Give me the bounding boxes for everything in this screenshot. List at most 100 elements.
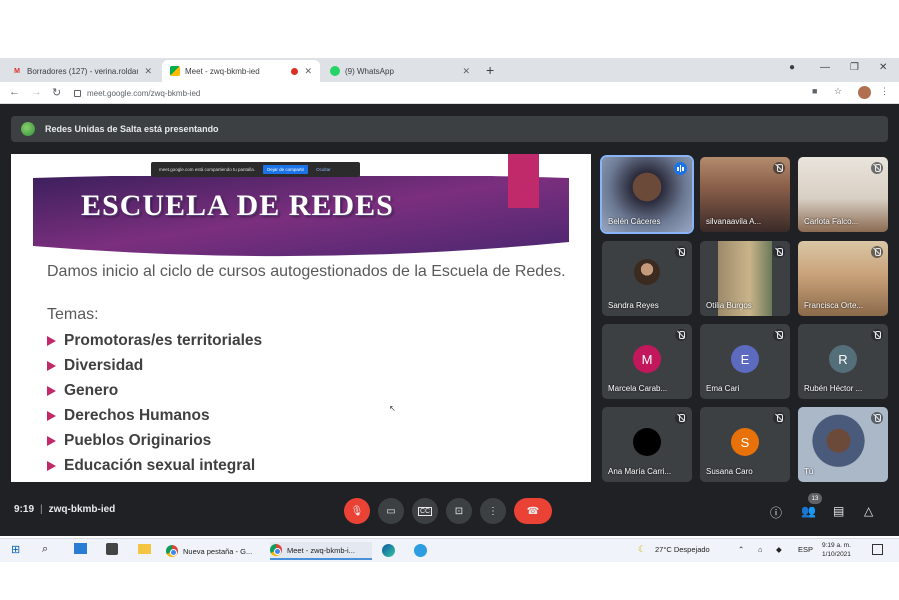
muted-mic-icon (773, 329, 785, 341)
people-icon[interactable]: 👥 (801, 504, 816, 518)
participant-tile[interactable]: Otilia Burgos (700, 241, 790, 316)
close-tab-icon[interactable]: ✕ (304, 66, 312, 77)
more-options-button[interactable]: ⋮ (480, 498, 506, 524)
meet-icon (170, 66, 180, 76)
present-icon: ⊡ (454, 505, 464, 517)
close-tab-icon[interactable]: ✕ (462, 66, 470, 77)
topic-label: Derechos Humanos (64, 406, 210, 424)
reload-button[interactable]: ↻ (52, 86, 61, 99)
forward-button[interactable]: → (31, 86, 42, 98)
bullet-triangle-icon (47, 385, 56, 396)
file-explorer-icon[interactable] (138, 544, 151, 554)
internet-explorer-icon[interactable] (414, 544, 427, 557)
tab-whatsapp[interactable]: (9) WhatsApp ✕ (322, 60, 478, 82)
mic-off-icon: 🎙 (350, 505, 364, 517)
new-tab-button[interactable]: + (486, 62, 494, 78)
search-icon[interactable]: ⌕ (42, 543, 48, 556)
participant-tile[interactable]: R Rubén Héctor ... (798, 324, 888, 399)
tab-gmail[interactable]: M Borradores (127) - verina.roldan ✕ (4, 60, 160, 82)
weather-text[interactable]: 27°C Despejado (655, 545, 710, 554)
slide-topics-list: Promotoras/es territoriales Diversidad G… (47, 328, 262, 478)
list-item: Pueblos Originarios (47, 428, 262, 453)
meeting-details-icon[interactable]: ⓘ (770, 504, 782, 521)
screen-share-bar: meet.google.com está compartiendo tu pan… (151, 162, 360, 177)
activities-icon[interactable]: △ (864, 504, 873, 518)
taskbar-clock[interactable]: 9:19 a. m. 1/10/2021 (822, 541, 851, 559)
back-button[interactable]: ← (9, 86, 20, 98)
edge-icon[interactable] (382, 544, 395, 557)
mouse-cursor-icon: ↖ (389, 404, 396, 413)
hide-share-bar-button[interactable]: Ocultar (316, 167, 331, 172)
taskbar-app-label: Meet - zwq-bkmb-i... (287, 545, 355, 555)
notifications-icon[interactable] (872, 544, 883, 555)
topic-label: Promotoras/es territoriales (64, 331, 263, 349)
stop-sharing-button[interactable]: Dejar de compartir (263, 165, 309, 174)
profile-avatar[interactable] (858, 86, 871, 99)
mail-icon[interactable] (74, 543, 87, 554)
topic-label: Diversidad (64, 356, 144, 374)
separator: | (40, 504, 43, 515)
slide-accent-tag (508, 154, 539, 208)
chrome-menu-icon[interactable]: ⋮ (880, 86, 889, 97)
participant-tile[interactable]: Sandra Reyes (602, 241, 692, 316)
captions-button[interactable]: CC (412, 498, 438, 524)
participant-tile[interactable]: Belén Cáceres (600, 155, 694, 234)
participant-tile[interactable]: Carlota Falco... (798, 157, 888, 232)
more-vert-icon: ⋮ (488, 505, 498, 517)
chat-icon[interactable]: ▤ (833, 504, 844, 518)
bullet-triangle-icon (47, 360, 56, 371)
presenting-text: Redes Unidas de Salta está presentando (45, 124, 219, 134)
share-message: meet.google.com está compartiendo tu pan… (159, 167, 256, 172)
browser-tabstrip: M Borradores (127) - verina.roldan ✕ Mee… (0, 58, 899, 82)
camera-button[interactable]: ▭ (378, 498, 404, 524)
people-count-badge: 13 (808, 493, 822, 504)
muted-mic-icon (871, 329, 883, 341)
network-icon[interactable]: ⌂ (758, 545, 763, 554)
taskbar-app-chrome-meet[interactable]: Meet - zwq-bkmb-i... (270, 542, 372, 560)
participant-name: Tú (804, 467, 814, 476)
minimize-button[interactable]: — (820, 62, 830, 73)
camera-indicator-icon[interactable]: ■ (812, 86, 817, 96)
windows-start-icon[interactable]: ⊞ (11, 543, 20, 556)
slide-title: ESCUELA DE REDES (81, 189, 394, 222)
list-item: Diversidad (47, 353, 262, 378)
show-hidden-icons-icon[interactable]: ⌃ (738, 545, 744, 554)
slide-intro-text: Damos inicio al ciclo de cursos autogest… (47, 263, 566, 280)
bookmark-star-icon[interactable]: ☆ (834, 86, 842, 97)
browser-toolbar: ← → ↻ meet.google.com/zwq-bkmb-ied ■ ☆ ⋮ (0, 82, 899, 104)
chrome-icon (166, 545, 178, 557)
clock-date: 1/10/2021 (822, 551, 851, 558)
clock-time: 9:19 a. m. (822, 542, 851, 549)
recording-icon (291, 67, 299, 75)
address-bar[interactable]: meet.google.com/zwq-bkmb-ied (74, 85, 814, 101)
store-icon[interactable] (106, 543, 118, 555)
restore-button[interactable]: ❐ (850, 62, 859, 73)
participant-name: Susana Caro (706, 467, 753, 476)
participant-avatar: R (829, 345, 857, 373)
close-tab-icon[interactable]: ✕ (144, 66, 152, 77)
camera-icon: ▭ (386, 505, 396, 517)
participant-name: Rubén Héctor ... (804, 384, 863, 393)
meet-window: Redes Unidas de Salta está presentando E… (0, 104, 899, 536)
participant-tile-self[interactable]: Tú (798, 407, 888, 482)
topic-label: Educación sexual integral (64, 456, 256, 474)
mic-off-button[interactable]: 🎙 (344, 498, 370, 524)
muted-mic-icon (773, 412, 785, 424)
participant-name: Carlota Falco... (804, 217, 859, 226)
taskbar-app-chrome-newtab[interactable]: Nueva pestaña - G... (166, 542, 266, 560)
participant-tile[interactable]: S Susana Caro (700, 407, 790, 482)
participant-tile[interactable]: Ana María Carri... (602, 407, 692, 482)
close-window-button[interactable]: ✕ (879, 62, 887, 73)
list-item: Promotoras/es territoriales (47, 328, 262, 353)
participant-tile[interactable]: silvanaavila A... (700, 157, 790, 232)
dropbox-icon[interactable]: ◆ (776, 545, 782, 554)
participant-name: silvanaavila A... (706, 217, 762, 226)
tab-meet[interactable]: Meet - zwq-bkmb-ied ✕ (162, 60, 320, 82)
leave-call-button[interactable]: ☎ (514, 498, 552, 524)
language-indicator[interactable]: ESP (798, 545, 813, 554)
participant-tile[interactable]: Francisca Orte... (798, 241, 888, 316)
participant-tile[interactable]: E Ema Cari (700, 324, 790, 399)
participant-tile[interactable]: M Marcela Carab... (602, 324, 692, 399)
present-button[interactable]: ⊡ (446, 498, 472, 524)
profile-menu-icon[interactable]: ● (789, 62, 795, 73)
